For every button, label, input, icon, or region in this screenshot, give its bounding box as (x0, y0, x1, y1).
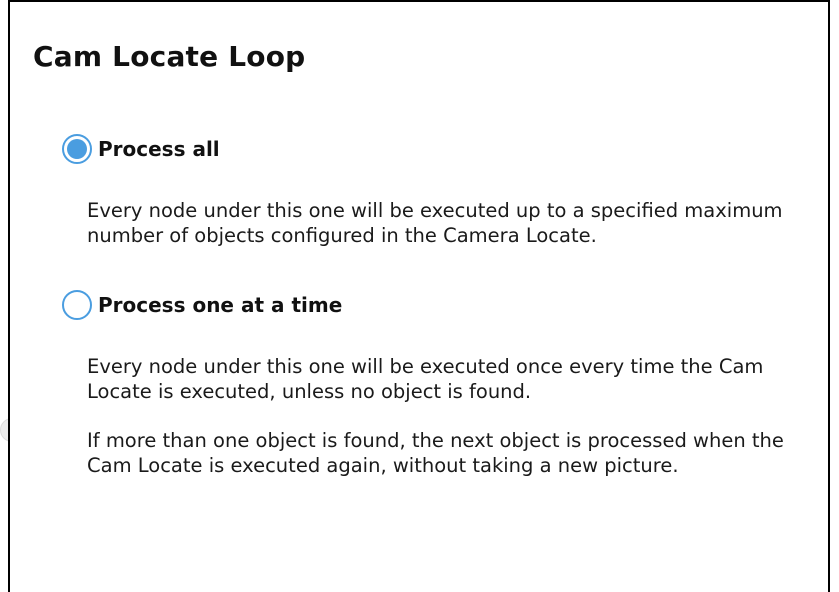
radio-label-process-all: Process all (98, 137, 220, 161)
description-process-one-at-a-time-extra: If more than one object is found, the ne… (87, 429, 784, 477)
radio-option-process-all[interactable]: Process all (62, 134, 220, 164)
description-process-all: Every node under this one will be execut… (87, 199, 783, 247)
radio-option-process-one-at-a-time[interactable]: Process one at a time (62, 290, 342, 320)
radio-label-process-one-at-a-time: Process one at a time (98, 293, 343, 317)
page-title: Cam Locate Loop (33, 40, 306, 73)
description-process-one-at-a-time: Every node under this one will be execut… (87, 355, 764, 403)
node-panel: Cam Locate Loop Process all Every node u… (8, 0, 830, 592)
radio-button-unchecked[interactable] (62, 290, 92, 320)
radio-button-checked[interactable] (62, 134, 92, 164)
